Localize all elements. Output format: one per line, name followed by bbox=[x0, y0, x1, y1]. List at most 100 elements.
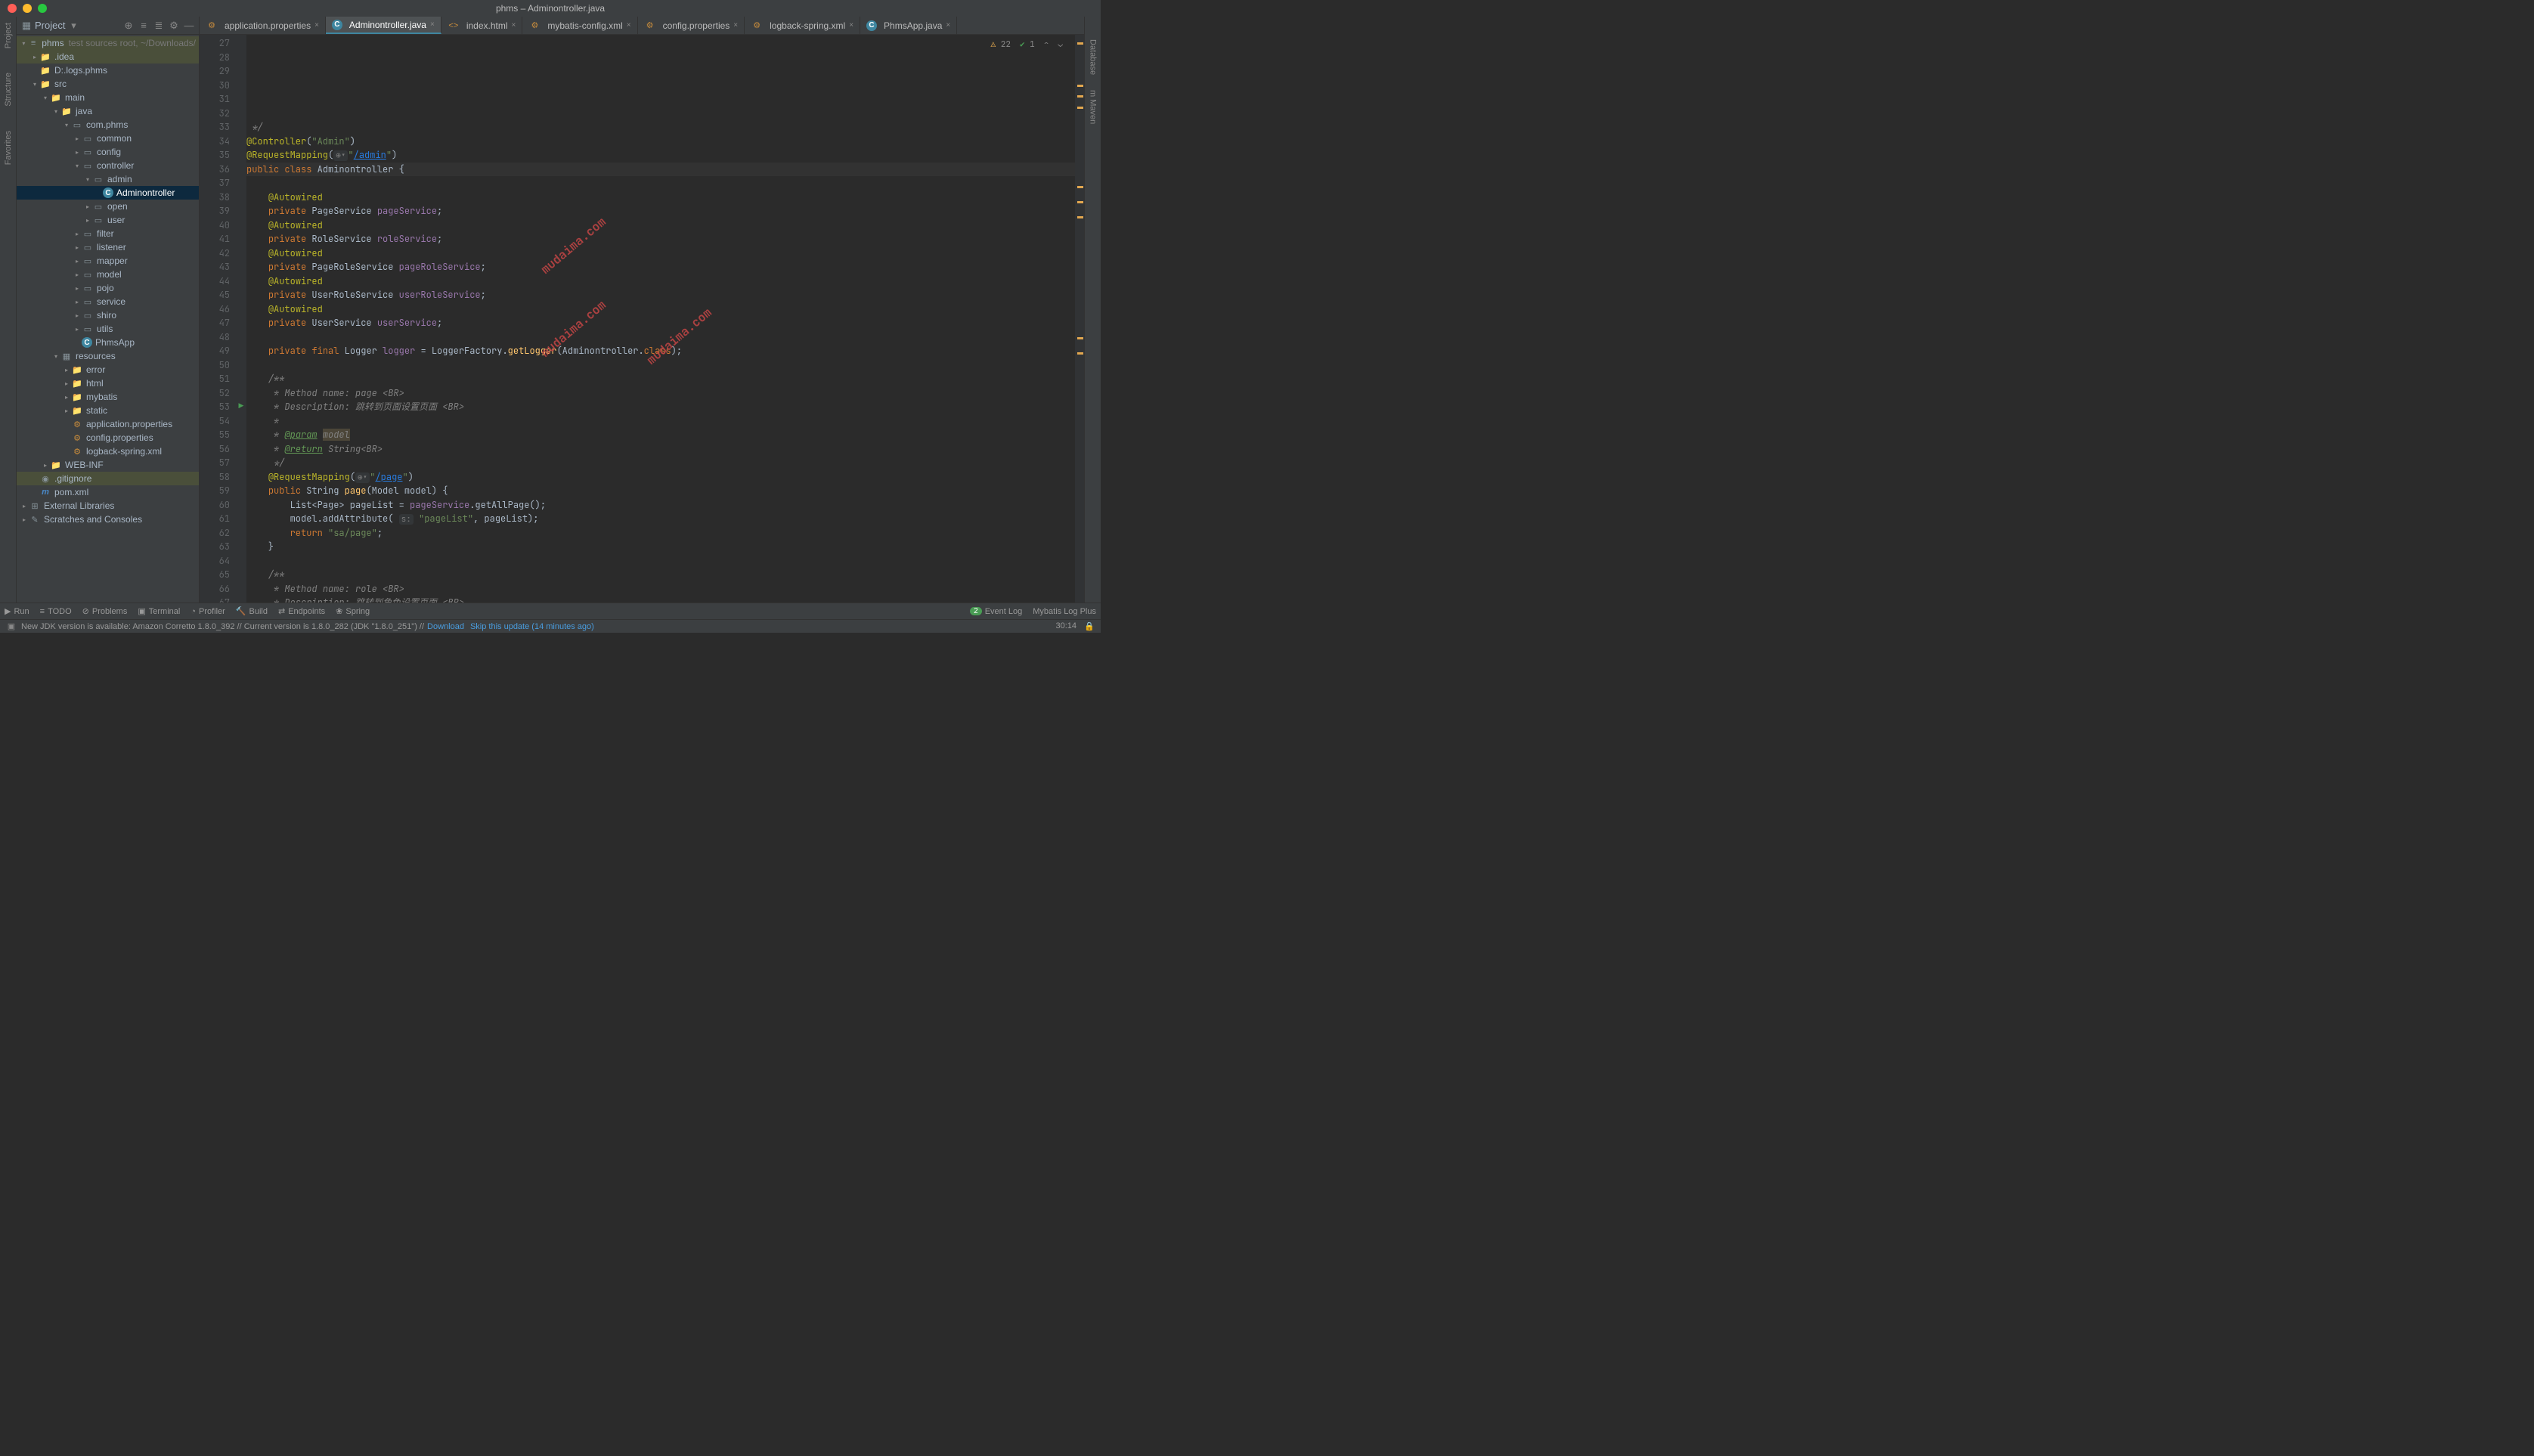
code-editor[interactable]: ⚠ 22 ✔ 1 ⌃ ⌄ mudaima.com mudaima.com mud… bbox=[246, 35, 1075, 603]
code-line[interactable]: } bbox=[246, 540, 1075, 554]
tree-arrow-icon[interactable]: ▸ bbox=[20, 516, 29, 523]
code-line[interactable]: * @param model bbox=[246, 428, 1075, 442]
line-number[interactable]: 62 bbox=[200, 526, 230, 541]
tree-arrow-icon[interactable]: ▸ bbox=[73, 312, 82, 319]
hide-icon[interactable]: — bbox=[184, 20, 194, 31]
tree-item[interactable]: ▾≡phmstest sources root, ~/Downloads/ bbox=[17, 36, 199, 50]
line-number[interactable]: 44 bbox=[200, 274, 230, 289]
tree-arrow-icon[interactable]: ▾ bbox=[62, 122, 71, 129]
code-line[interactable]: * Method name: role <BR> bbox=[246, 582, 1075, 596]
line-number[interactable]: 54 bbox=[200, 414, 230, 429]
line-number[interactable]: 33 bbox=[200, 120, 230, 135]
line-number[interactable]: 52 bbox=[200, 386, 230, 401]
line-number[interactable]: 63 bbox=[200, 540, 230, 554]
minimize-window-button[interactable] bbox=[23, 4, 32, 13]
line-number[interactable]: 31 bbox=[200, 92, 230, 107]
tree-arrow-icon[interactable]: ▸ bbox=[62, 367, 71, 373]
tool-window-event-log[interactable]: 2Event Log bbox=[970, 607, 1022, 616]
close-tab-icon[interactable]: × bbox=[627, 21, 631, 29]
line-number[interactable]: 61 bbox=[200, 512, 230, 526]
code-line[interactable]: * bbox=[246, 414, 1075, 429]
expand-all-icon[interactable]: ≡ bbox=[138, 20, 149, 31]
line-number[interactable]: 34 bbox=[200, 135, 230, 149]
tree-item[interactable]: ▸▭filter bbox=[17, 227, 199, 240]
code-line[interactable]: @Controller("Admin") bbox=[246, 135, 1075, 149]
tree-item[interactable]: ▸▭user bbox=[17, 213, 199, 227]
line-number[interactable]: 57 bbox=[200, 456, 230, 470]
tree-item[interactable]: ▸📁.idea bbox=[17, 50, 199, 64]
tree-item[interactable]: ▸▭listener bbox=[17, 240, 199, 254]
code-line[interactable]: * @return String<BR> bbox=[246, 442, 1075, 457]
tree-arrow-icon[interactable]: ▸ bbox=[30, 54, 39, 60]
line-number[interactable]: 55 bbox=[200, 428, 230, 442]
close-tab-icon[interactable]: × bbox=[512, 21, 516, 29]
tool-window-profiler[interactable]: ◔Profiler bbox=[191, 607, 225, 616]
line-number[interactable]: 56 bbox=[200, 442, 230, 457]
tree-arrow-icon[interactable]: ▸ bbox=[62, 380, 71, 387]
line-number[interactable]: 28 bbox=[200, 51, 230, 65]
code-line[interactable]: @Autowired bbox=[246, 246, 1075, 261]
tree-arrow-icon[interactable]: ▸ bbox=[73, 271, 82, 278]
close-window-button[interactable] bbox=[8, 4, 17, 13]
line-number[interactable]: 42 bbox=[200, 246, 230, 261]
lock-icon[interactable]: 🔒 bbox=[1084, 621, 1095, 632]
line-number[interactable]: 50 bbox=[200, 358, 230, 373]
close-tab-icon[interactable]: × bbox=[430, 20, 435, 29]
left-stripe-favorites[interactable]: Favorites bbox=[4, 131, 13, 165]
tree-arrow-icon[interactable]: ▾ bbox=[73, 163, 82, 169]
code-line[interactable]: @RequestMapping(⊕▾"/page") bbox=[246, 470, 1075, 485]
code-line[interactable]: * Description: 跳转到角色设置页面 <BR> bbox=[246, 596, 1075, 603]
tree-arrow-icon[interactable]: ▾ bbox=[20, 40, 28, 47]
code-line[interactable]: private UserService userService; bbox=[246, 316, 1075, 330]
line-number[interactable]: 64 bbox=[200, 554, 230, 568]
close-tab-icon[interactable]: × bbox=[849, 21, 853, 29]
line-number[interactable]: 36 bbox=[200, 163, 230, 177]
code-line[interactable]: @Autowired bbox=[246, 302, 1075, 317]
run-gutter-icon[interactable]: ▶ bbox=[236, 398, 246, 413]
tree-item[interactable]: ▸▭common bbox=[17, 132, 199, 145]
code-line[interactable]: * Method name: page <BR> bbox=[246, 386, 1075, 401]
skip-update-link[interactable]: Skip this update (14 minutes ago) bbox=[470, 622, 594, 631]
code-line[interactable] bbox=[246, 554, 1075, 568]
tree-arrow-icon[interactable]: ▾ bbox=[30, 81, 39, 88]
tree-arrow-icon[interactable]: ▾ bbox=[51, 353, 60, 360]
code-line[interactable]: @RequestMapping(⊕▾"/admin") bbox=[246, 148, 1075, 163]
editor-tab[interactable]: ⚙mybatis-config.xml× bbox=[522, 17, 637, 34]
maximize-window-button[interactable] bbox=[38, 4, 47, 13]
tree-item[interactable]: ⚙application.properties bbox=[17, 417, 199, 431]
tree-item[interactable]: ▸▭shiro bbox=[17, 308, 199, 322]
chevron-down-icon[interactable]: ▾ bbox=[68, 20, 79, 31]
tree-item[interactable]: mpom.xml bbox=[17, 485, 199, 499]
right-stripe-item[interactable]: Database bbox=[1089, 39, 1098, 75]
line-number[interactable]: 29 bbox=[200, 64, 230, 79]
status-tool-windows-icon[interactable]: ▣ bbox=[6, 621, 17, 632]
line-number[interactable]: 40 bbox=[200, 218, 230, 233]
tool-window-terminal[interactable]: ▣Terminal bbox=[138, 606, 180, 616]
tree-item[interactable]: ▾▦resources bbox=[17, 349, 199, 363]
line-number[interactable]: 66 bbox=[200, 582, 230, 596]
line-number[interactable]: 43 bbox=[200, 260, 230, 274]
code-line[interactable]: model.addAttribute( s: "pageList", pageL… bbox=[246, 512, 1075, 526]
code-line[interactable]: @Autowired bbox=[246, 191, 1075, 205]
line-number[interactable]: 35 bbox=[200, 148, 230, 163]
code-line[interactable]: */ bbox=[246, 456, 1075, 470]
inspection-widget[interactable]: ⚠ 22 ✔ 1 ⌃ ⌄ bbox=[991, 38, 1063, 52]
select-opened-file-icon[interactable]: ⊕ bbox=[123, 20, 134, 31]
code-line[interactable]: /** bbox=[246, 568, 1075, 582]
line-number[interactable]: 51 bbox=[200, 372, 230, 386]
tree-item[interactable]: ▾📁java bbox=[17, 104, 199, 118]
tree-item[interactable]: ▾▭controller bbox=[17, 159, 199, 172]
editor-tab[interactable]: CAdminontroller.java× bbox=[326, 17, 441, 34]
line-number[interactable]: 48 bbox=[200, 330, 230, 345]
code-line[interactable]: private UserRoleService userRoleService; bbox=[246, 288, 1075, 302]
tree-item[interactable]: ▸▭pojo bbox=[17, 281, 199, 295]
code-line[interactable]: * Description: 跳转到页面设置页面 <BR> bbox=[246, 400, 1075, 414]
tree-item[interactable]: ▸▭model bbox=[17, 268, 199, 281]
tool-window-problems[interactable]: ⊘Problems bbox=[82, 606, 128, 616]
tree-item[interactable]: ▾📁src bbox=[17, 77, 199, 91]
tree-item[interactable]: ▸▭open bbox=[17, 200, 199, 213]
tree-item[interactable]: ▸▭utils bbox=[17, 322, 199, 336]
line-number[interactable]: 37 bbox=[200, 176, 230, 191]
code-line[interactable]: public String page(Model model) { bbox=[246, 484, 1075, 498]
tool-window-mybatis-log-plus[interactable]: Mybatis Log Plus bbox=[1033, 607, 1096, 616]
